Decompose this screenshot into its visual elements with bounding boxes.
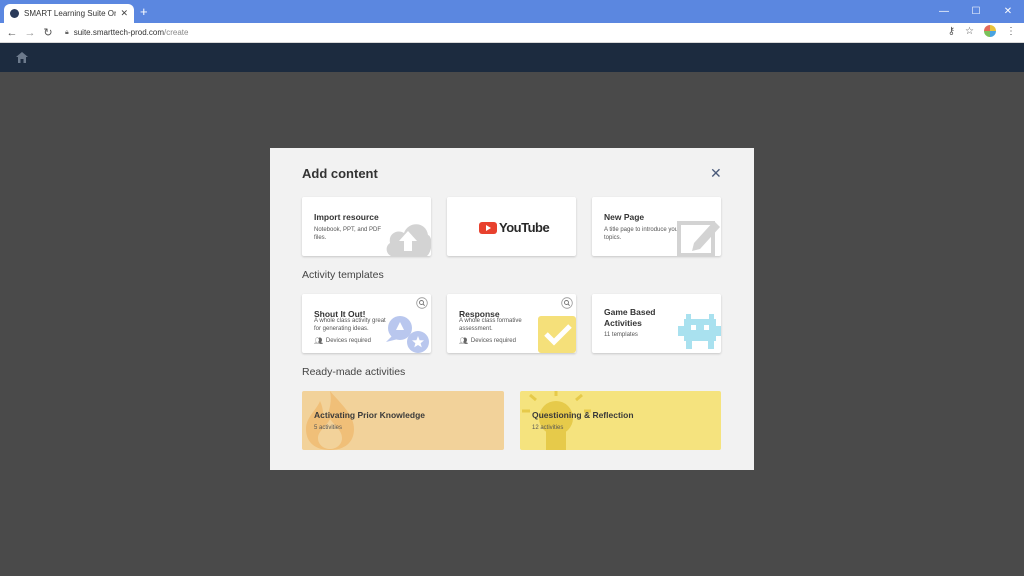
new-page-card[interactable]: New Page A title page to introduce your …: [592, 197, 721, 256]
edit-page-icon: [677, 221, 720, 256]
url-path: /create: [164, 28, 189, 37]
card-description: Notebook, PPT, and PDF files.: [314, 227, 382, 241]
extension-icon[interactable]: [984, 25, 996, 37]
star-icon[interactable]: ☆: [965, 26, 974, 37]
devices-required: 👥︎ Devices required: [459, 337, 516, 345]
url-host: suite.smarttech-prod.com: [73, 28, 164, 37]
people-icon: 👥︎: [314, 338, 323, 345]
window-close-button[interactable]: ✕: [992, 0, 1024, 23]
youtube-card[interactable]: YouTube: [447, 197, 576, 256]
activity-templates-heading: Activity templates: [302, 269, 384, 281]
ready-made-activities-heading: Ready-made activities: [302, 366, 406, 378]
key-icon[interactable]: ⚷: [948, 26, 955, 37]
new-tab-button[interactable]: +: [140, 5, 148, 18]
card-description: A whole class formative assessment.: [459, 318, 522, 332]
shout-it-out-card[interactable]: Shout It Out! A whole class activity gre…: [302, 294, 431, 353]
add-content-modal: Add content ✕ Import resource Notebook, …: [270, 148, 754, 470]
card-title: Game Based Activities: [604, 307, 656, 328]
browser-titlebar: SMART Learning Suite Online ✕ + — ☐ ✕: [0, 0, 1024, 23]
tab-close-icon[interactable]: ✕: [120, 8, 128, 19]
import-resource-card[interactable]: Import resource Notebook, PPT, and PDF f…: [302, 197, 431, 256]
card-title: Questioning & Reflection: [532, 410, 634, 420]
youtube-play-icon: [479, 221, 497, 234]
url-field[interactable]: 🔒︎ suite.smarttech-prod.com/create: [65, 28, 188, 37]
card-title: Import resource: [314, 212, 379, 222]
response-card[interactable]: Response A whole class formative assessm…: [447, 294, 576, 353]
tab-title: SMART Learning Suite Online: [24, 9, 117, 18]
window-controls: — ☐ ✕: [928, 0, 1024, 23]
youtube-label: YouTube: [499, 220, 550, 235]
questioning-reflection-card[interactable]: Questioning & Reflection 12 activities: [520, 391, 721, 450]
back-arrow-icon[interactable]: ←: [3, 27, 21, 39]
lock-icon: 🔒︎: [65, 28, 69, 36]
devices-label: Devices required: [325, 338, 371, 344]
space-invader-icon: [678, 314, 721, 349]
checkmark-icon: [538, 316, 576, 353]
forward-arrow-icon[interactable]: →: [21, 27, 39, 39]
menu-dots-icon[interactable]: ⋮: [1006, 26, 1016, 37]
game-based-activities-card[interactable]: Game Based Activities 11 templates: [592, 294, 721, 353]
devices-label: Devices required: [470, 338, 516, 344]
card-title: New Page: [604, 212, 645, 222]
speech-bubbles-icon: [386, 316, 429, 353]
home-icon[interactable]: [16, 52, 28, 63]
card-title: Activating Prior Knowledge: [314, 410, 425, 420]
activating-prior-knowledge-card[interactable]: Activating Prior Knowledge 5 activities: [302, 391, 504, 450]
app-header: [0, 43, 1024, 72]
card-description: A title page to introduce your topics.: [604, 227, 681, 241]
card-count: 5 activities: [314, 425, 343, 431]
globe-icon: [10, 9, 19, 18]
reload-icon[interactable]: ↻: [39, 26, 57, 39]
browser-tab[interactable]: SMART Learning Suite Online ✕: [4, 4, 134, 23]
maximize-button[interactable]: ☐: [960, 0, 992, 23]
devices-required: 👥︎ Devices required: [314, 337, 371, 345]
card-count: 12 activities: [532, 425, 564, 431]
people-icon: 👥︎: [459, 338, 468, 345]
preview-search-icon[interactable]: [561, 297, 573, 309]
cloud-upload-icon: [386, 224, 431, 256]
card-description: A whole class activity great for generat…: [314, 318, 386, 332]
close-icon[interactable]: ✕: [710, 165, 722, 182]
preview-search-icon[interactable]: [416, 297, 428, 309]
modal-title: Add content: [302, 166, 378, 181]
address-bar: ← → ↻ 🔒︎ suite.smarttech-prod.com/create…: [0, 23, 1024, 43]
card-count: 11 templates: [604, 332, 638, 338]
youtube-logo: YouTube: [479, 220, 550, 235]
minimize-button[interactable]: —: [928, 0, 960, 23]
flame-icon: [306, 391, 354, 450]
lightbulb-icon: [522, 391, 591, 450]
